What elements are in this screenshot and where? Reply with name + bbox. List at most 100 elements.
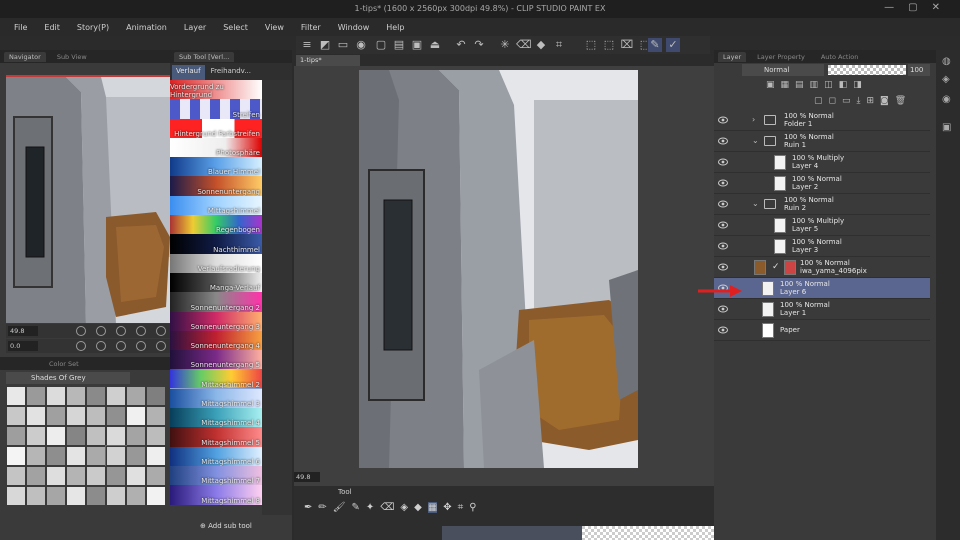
opacity-value[interactable]: 100 — [908, 64, 930, 76]
gradient-item[interactable]: Manga-Verlauf — [170, 272, 262, 293]
operation-tool-icon[interactable]: ⌗ — [458, 502, 464, 513]
blend-tool-icon[interactable]: ◈ — [400, 502, 408, 513]
gradient-item[interactable]: Sonnenuntergang 3 — [170, 311, 262, 331]
airbrush-tool-icon[interactable]: ✎ — [351, 502, 359, 513]
color-swatch[interactable] — [86, 466, 106, 486]
color-swatch[interactable] — [106, 426, 126, 446]
color-swatch[interactable] — [46, 466, 66, 486]
export-icon[interactable]: ⏏ — [428, 38, 442, 52]
tab-layer-property[interactable]: Layer Property — [752, 52, 810, 62]
canvas-zoom-field[interactable]: 49.8 — [294, 472, 320, 482]
menu-help[interactable]: Help — [386, 23, 404, 32]
layer-mask-icon[interactable]: ◙ — [880, 96, 889, 106]
transfer-down-icon[interactable]: ⤓ — [857, 96, 861, 106]
eye-icon[interactable] — [718, 116, 728, 124]
lock-icon[interactable]: ▣ — [766, 80, 775, 90]
eraser-tool-icon[interactable]: ⌫ — [380, 502, 394, 513]
gradient-item[interactable]: Mittagshimmel 5 — [170, 427, 262, 447]
move-tool-icon[interactable]: ✥ — [443, 502, 451, 513]
tab-navigator[interactable]: Navigator — [4, 51, 46, 62]
menu-window[interactable]: Window — [338, 23, 370, 32]
eye-icon[interactable] — [718, 137, 728, 145]
color-swatch[interactable] — [126, 466, 146, 486]
layer-row[interactable]: 100 % Normal Layer 3 — [714, 236, 930, 257]
color-swatch[interactable] — [146, 386, 166, 406]
fit-icon[interactable] — [136, 326, 146, 336]
eye-icon[interactable] — [718, 221, 728, 229]
clear-icon[interactable]: ⌫ — [516, 38, 532, 52]
asset-icon[interactable]: ◉ — [354, 38, 368, 52]
zoom-value[interactable]: 49.8 — [8, 326, 38, 336]
deselect-icon[interactable]: ⬚ — [584, 38, 598, 52]
gradient-item[interactable]: Mittagshimmel — [170, 195, 262, 216]
reference-icon[interactable]: ▤ — [795, 80, 804, 90]
eye-icon[interactable] — [718, 200, 728, 208]
color-swatch[interactable] — [66, 486, 86, 506]
color-swatch[interactable] — [6, 486, 26, 506]
transform-icon[interactable]: ⌗ — [552, 38, 566, 52]
color-swatch[interactable] — [26, 446, 46, 466]
color-swatch[interactable] — [146, 406, 166, 426]
color-swatch[interactable] — [86, 486, 106, 506]
crop-icon[interactable]: ⌧ — [620, 38, 634, 52]
color-swatch[interactable] — [46, 386, 66, 406]
color-swatch[interactable] — [106, 386, 126, 406]
rotation-value[interactable]: 0.0 — [8, 341, 38, 351]
main-color-well[interactable] — [442, 526, 582, 540]
draft-icon[interactable]: ▥ — [810, 80, 819, 90]
gradient-item[interactable]: Sonnenuntergang 5 — [170, 350, 262, 370]
layer-row[interactable]: 100 % Multiply Layer 5 — [714, 215, 930, 236]
menu-layer[interactable]: Layer — [184, 23, 206, 32]
color-swatch[interactable] — [26, 406, 46, 426]
gradient-item[interactable]: Hintergrund Farbstreifen — [170, 118, 262, 138]
mask-icon[interactable]: ◫ — [824, 80, 833, 90]
color-swatch[interactable] — [46, 486, 66, 506]
color-swatch[interactable] — [146, 486, 166, 506]
color-swatch[interactable] — [26, 486, 46, 506]
menu-file[interactable]: File — [14, 23, 27, 32]
gradient-item[interactable]: Regenbogen — [170, 215, 262, 235]
color-swatch[interactable] — [6, 406, 26, 426]
zoom-out-icon[interactable] — [76, 326, 86, 336]
tab-sub-view[interactable]: Sub View — [52, 52, 92, 62]
tab-layer[interactable]: Layer — [718, 51, 747, 62]
actual-size-icon[interactable] — [116, 326, 126, 336]
color-swatch[interactable] — [46, 406, 66, 426]
color-swatch[interactable] — [86, 426, 106, 446]
layer-row[interactable]: ⌄ 100 % Normal Ruin 1 — [714, 131, 930, 152]
color-swatch[interactable] — [66, 426, 86, 446]
color-swatch[interactable] — [66, 386, 86, 406]
color-swatch[interactable] — [6, 426, 26, 446]
eye-icon[interactable] — [718, 242, 728, 250]
menu-icon[interactable]: ≡ — [300, 38, 314, 52]
folder-toggle-icon[interactable]: ⌄ — [752, 136, 759, 145]
gradient-item[interactable]: Vordergrund zu Hintergrund — [170, 80, 262, 100]
layer-row[interactable]: 100 % Normal Layer 6 — [714, 278, 930, 299]
color-swatch[interactable] — [66, 466, 86, 486]
palette-icon[interactable]: ◧ — [839, 80, 848, 90]
color-swatch[interactable] — [6, 386, 26, 406]
brush-tool-icon[interactable]: 🖌 — [333, 502, 346, 513]
zoom-in-icon[interactable] — [96, 326, 106, 336]
menu-filter[interactable]: Filter — [301, 23, 321, 32]
eye-icon[interactable] — [718, 158, 728, 166]
color-swatch[interactable] — [46, 446, 66, 466]
reset-rotation-icon[interactable] — [116, 341, 126, 351]
merge-icon[interactable]: ⊞ — [867, 96, 875, 106]
pen-tool-icon[interactable]: ✒ — [304, 502, 312, 513]
color-set-dropdown[interactable]: Shades Of Grey — [6, 372, 130, 384]
gradient-item[interactable]: Mittagshimmel 3 — [170, 387, 262, 410]
opacity-slider[interactable] — [828, 65, 906, 75]
layer-search-icon[interactable]: ◍ — [942, 56, 951, 67]
navigator-preview[interactable] — [6, 75, 170, 323]
save-icon[interactable]: ▣ — [410, 38, 424, 52]
eye-icon[interactable] — [718, 263, 728, 271]
color-swatch[interactable] — [146, 466, 166, 486]
color-swatch[interactable] — [26, 386, 46, 406]
tab-color-set[interactable]: Color Set — [44, 359, 84, 369]
gradient-item[interactable]: Mittagshimmel 6 — [170, 446, 262, 466]
new-raster-layer-icon[interactable]: ▢ — [814, 96, 823, 106]
layer-row[interactable]: 100 % Normal Layer 2 — [714, 173, 930, 194]
color-swatch[interactable] — [66, 446, 86, 466]
menu-edit[interactable]: Edit — [44, 23, 60, 32]
